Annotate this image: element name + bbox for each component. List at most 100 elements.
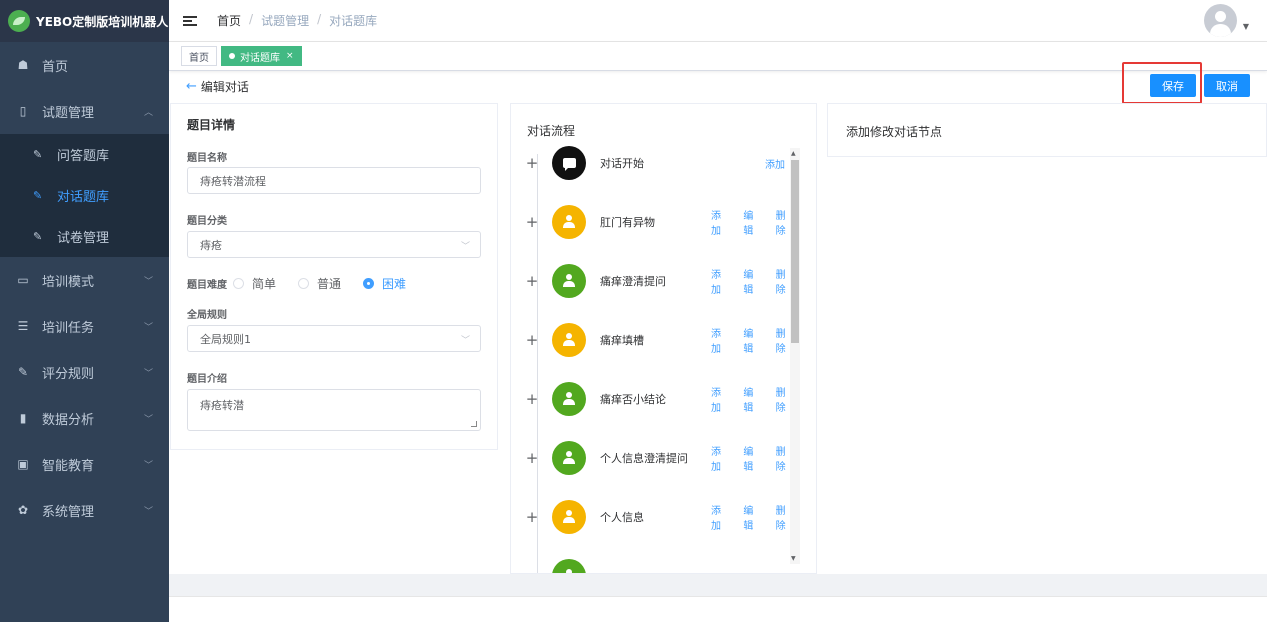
sidebar-item-label: 培训模式 [42,274,95,290]
add-node-button[interactable]: 添加 [711,325,730,355]
user-icon [552,500,586,534]
chevron-down-icon: ﹀ [460,336,470,346]
chevron-down-icon: ﹀ [143,368,153,379]
flow-scrollbar[interactable]: ▲ ▼ [790,148,800,564]
add-node-button[interactable]: 添加 [711,266,730,296]
editor-title: 添加修改对话节点 [846,125,943,139]
difficulty-hard-radio[interactable]: 困难 [363,275,406,292]
breadcrumb-question-management[interactable]: 试题管理 [261,12,309,29]
category-label: 题目分类 [187,216,227,227]
edit-node-button[interactable]: 编辑 [743,266,762,296]
user-icon [552,382,586,416]
edit-node-button[interactable]: 编辑 [743,325,762,355]
screen-icon: ▣ [17,457,29,471]
edit-node-button[interactable]: 编辑 [743,502,762,532]
sidebar-item-label: 智能教育 [42,458,95,474]
sidebar-item-training-tasks[interactable]: ☰ 培训任务 ﹀ [0,303,169,349]
difficulty-easy-radio[interactable]: 简单 [233,275,276,292]
chevron-up-icon: ︿ [143,107,153,118]
difficulty-radio-group: 题目难度 简单 普通 困难 [187,275,428,292]
chat-icon [552,146,586,180]
back-arrow-icon[interactable]: ← [186,79,197,94]
intro-value: 痔疮转潜 [200,399,244,412]
sidebar-item-label: 培训任务 [42,320,95,336]
page-header: ← 编辑对话 [186,78,249,95]
rule-select[interactable]: 全局规则1 ﹀ [187,325,481,352]
close-icon[interactable]: × [286,51,294,61]
expand-plus-icon[interactable]: + [525,449,539,467]
sidebar-subitem-dialog-bank[interactable]: ✎ 对话题库 [0,175,169,216]
tag-label: 对话题库 [240,52,280,64]
sidebar-item-training-mode[interactable]: ▭ 培训模式 ﹀ [0,257,169,303]
panel-title: 题目详情 [187,118,236,132]
resize-handle-icon[interactable] [471,421,477,427]
edit-icon: ✎ [17,365,29,379]
flow-node[interactable]: + 肛门有异物 添加 编辑 删除 [525,205,795,239]
sidebar-item-question-management[interactable]: ▯ 试题管理 ︿ [0,88,169,134]
flow-node[interactable]: + 个人信息澄清提问 添加 编辑 删除 [525,441,795,475]
user-icon [552,323,586,357]
sidebar-item-label: 数据分析 [42,412,95,428]
chevron-down-icon: ﹀ [143,460,153,471]
sidebar-item-system-management[interactable]: ✿ 系统管理 ﹀ [0,487,169,533]
radio-label: 普通 [317,277,342,291]
edit-icon: ✎ [33,148,43,161]
category-select[interactable]: 痔疮 ﹀ [187,231,481,258]
radio-label: 困难 [382,277,407,291]
rule-value: 全局规则1 [200,332,251,346]
edit-node-button[interactable]: 编辑 [743,384,762,414]
flow-node[interactable]: + 痛痒澄清提问 添加 编辑 删除 [525,264,795,298]
leaf-logo-icon [8,10,30,32]
difficulty-normal-radio[interactable]: 普通 [298,275,341,292]
cancel-button[interactable]: 取消 [1204,74,1250,97]
sidebar-subitem-paper-management[interactable]: ✎ 试卷管理 [0,216,169,257]
app-logo[interactable]: YEBO定制版培训机器人 [0,0,169,42]
chevron-down-icon: ﹀ [143,276,153,287]
tag-home[interactable]: 首页 [181,46,217,66]
user-icon [552,559,586,573]
expand-plus-icon[interactable]: + [525,213,539,231]
add-node-button[interactable]: 添加 [711,443,730,473]
caret-down-icon[interactable]: ▼ [1243,22,1249,31]
flow-node[interactable] [525,559,795,573]
expand-plus-icon[interactable]: + [525,390,539,408]
name-label: 题目名称 [187,153,227,164]
flow-node[interactable]: + 对话开始 添加 [525,146,795,180]
flow-node[interactable]: + 痛痒否小结论 添加 编辑 删除 [525,382,795,416]
monitor-icon: ▭ [17,273,29,287]
tag-dialog-bank[interactable]: 对话题库 × [221,46,302,66]
edit-node-button[interactable]: 编辑 [743,207,762,237]
expand-plus-icon[interactable]: + [525,331,539,349]
sidebar-item-data-analysis[interactable]: ▮ 数据分析 ﹀ [0,395,169,441]
menu-toggle-icon[interactable] [183,15,197,26]
add-node-button[interactable]: 添加 [711,384,730,414]
sidebar-item-label: 对话题库 [57,190,110,205]
scroll-down-icon[interactable]: ▼ [791,555,796,562]
flow-node[interactable]: + 个人信息 添加 编辑 删除 [525,500,795,534]
scroll-up-icon[interactable]: ▲ [791,150,796,157]
difficulty-label: 题目难度 [187,280,227,291]
name-input[interactable]: 痔疮转潜流程 [187,167,481,194]
page-footer [169,596,1267,622]
edit-node-button[interactable]: 编辑 [743,443,762,473]
expand-plus-icon[interactable]: + [525,508,539,526]
add-node-button[interactable]: 添加 [765,156,785,171]
user-icon [552,264,586,298]
expand-plus-icon[interactable]: + [525,272,539,290]
sidebar-item-scoring-rules[interactable]: ✎ 评分规则 ﹀ [0,349,169,395]
flow-node[interactable]: + 痛痒填槽 添加 编辑 删除 [525,323,795,357]
user-avatar-icon[interactable] [1204,4,1237,37]
dashboard-icon: ☗ [17,58,29,72]
active-dot-icon [229,53,235,59]
sidebar-item-label: 试题管理 [42,105,95,121]
sidebar-item-smart-education[interactable]: ▣ 智能教育 ﹀ [0,441,169,487]
scrollbar-thumb[interactable] [791,160,799,343]
sidebar-item-home[interactable]: ☗ 首页 [0,42,169,88]
add-node-button[interactable]: 添加 [711,207,730,237]
expand-plus-icon[interactable]: + [525,154,539,172]
breadcrumb-home[interactable]: 首页 [217,12,241,29]
intro-textarea[interactable]: 痔疮转潜 [187,389,481,431]
add-node-button[interactable]: 添加 [711,502,730,532]
sidebar-subitem-qa-bank[interactable]: ✎ 问答题库 [0,134,169,175]
question-detail-panel: 题目详情 题目名称 痔疮转潜流程 题目分类 痔疮 ﹀ 题目难度 简单 普通 困难… [170,103,498,450]
